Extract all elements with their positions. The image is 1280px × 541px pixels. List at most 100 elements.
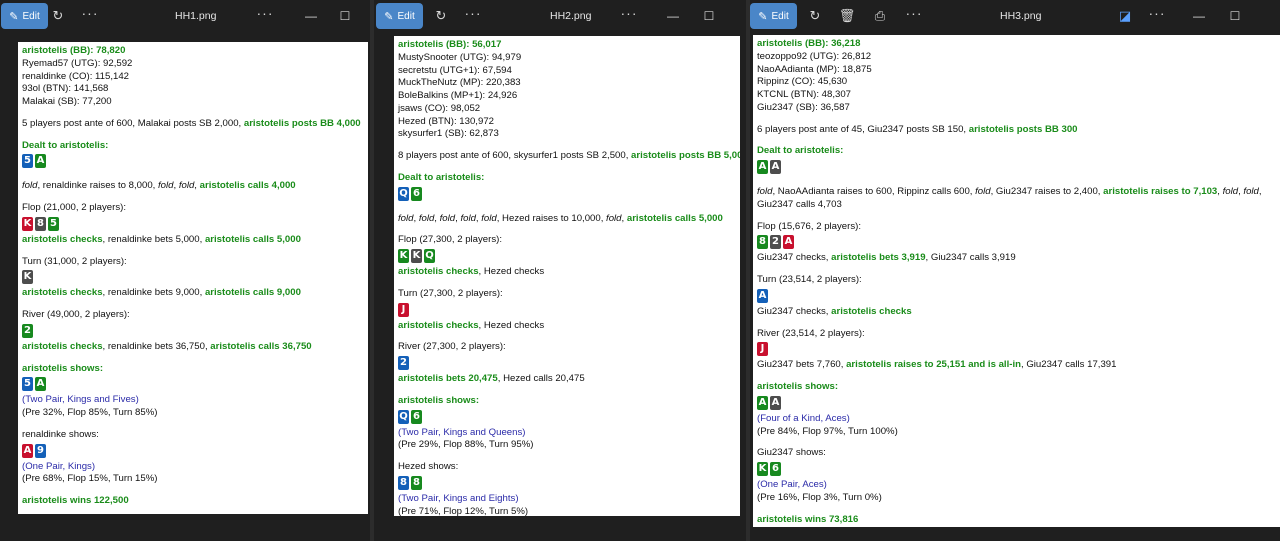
history-text: , Giu2347 raises to 2,400, bbox=[990, 186, 1104, 197]
history-line: Turn (31,000, 2 players): bbox=[22, 256, 364, 269]
more-icon[interactable]: ··· bbox=[903, 6, 925, 26]
history-line: Giu2347 checks, aristotelis checks bbox=[757, 306, 1276, 319]
history-line: (Pre 84%, Flop 97%, Turn 100%) bbox=[757, 426, 1276, 439]
edit-button[interactable]: ✎ Edit bbox=[750, 3, 797, 29]
more-icon[interactable]: ··· bbox=[462, 6, 484, 26]
history-text: fold bbox=[481, 212, 497, 224]
card-group: J bbox=[398, 302, 736, 317]
history-text: fold bbox=[398, 212, 414, 224]
history-text: River (49,000, 2 players): bbox=[22, 309, 130, 320]
viewer-window-hh1: ✎ Edit ↻ ··· HH1.png ··· — ☐ aristotelis… bbox=[0, 0, 370, 541]
minimize-icon[interactable]: — bbox=[302, 7, 320, 25]
history-text: aristotelis wins 73,816 bbox=[757, 513, 859, 525]
minimize-icon[interactable]: — bbox=[1190, 7, 1208, 25]
print-icon[interactable]: ⎙ bbox=[869, 6, 891, 26]
history-line: jsaws (CO): 98,052 bbox=[398, 103, 736, 116]
history-text: River (27,300, 2 players): bbox=[398, 341, 506, 353]
history-text: , Hezed raises to 10,000, bbox=[496, 212, 607, 224]
card-group: K85 bbox=[22, 216, 364, 231]
history-line: renaldinke (CO): 115,142 bbox=[22, 71, 364, 84]
edit-button[interactable]: ✎ Edit bbox=[376, 3, 423, 29]
history-line: MuckTheNutz (MP): 220,383 bbox=[398, 77, 736, 90]
history-line: skysurfer1 (SB): 62,873 bbox=[398, 128, 736, 141]
history-text: fold bbox=[460, 212, 476, 224]
card-group: 2 bbox=[22, 323, 364, 338]
history-text: renaldinke (CO): 115,142 bbox=[22, 70, 130, 82]
history-text: BoleBalkins (MP+1): 24,926 bbox=[398, 90, 518, 101]
playing-card: A bbox=[770, 395, 781, 410]
history-text: aristotelis calls 9,000 bbox=[204, 287, 301, 299]
edit-button[interactable]: ✎ Edit bbox=[1, 3, 48, 29]
maximize-icon[interactable]: ☐ bbox=[700, 7, 718, 25]
history-line: Dealt to aristotelis: bbox=[757, 145, 1276, 158]
history-line: aristotelis shows: bbox=[757, 381, 1276, 394]
card-group: 88 bbox=[398, 475, 736, 490]
history-line: (Two Pair, Kings and Fives) bbox=[22, 394, 364, 407]
designer-icon[interactable]: ◪ bbox=[1114, 6, 1136, 26]
history-text: aristotelis checks bbox=[22, 340, 103, 352]
history-line: NaoAAdianta (MP): 18,875 bbox=[757, 64, 1276, 77]
card-group: Q6 bbox=[398, 186, 736, 201]
history-text: Giu2347 checks, bbox=[757, 305, 832, 317]
history-text: , Hezed checks bbox=[478, 266, 545, 277]
minimize-icon[interactable]: — bbox=[664, 7, 682, 25]
history-line: teozoppo92 (UTG): 26,812 bbox=[757, 51, 1276, 64]
history-text: teozoppo92 (UTG): 26,812 bbox=[757, 50, 872, 62]
history-line: (One Pair, Kings) bbox=[22, 461, 364, 474]
trash-icon[interactable]: 🗑 bbox=[836, 6, 858, 26]
card-group: K6 bbox=[757, 462, 1276, 476]
card-group: 82A bbox=[757, 235, 1276, 250]
history-text: (Pre 71%, Flop 12%, Turn 5%) bbox=[398, 505, 529, 517]
history-text: aristotelis checks bbox=[398, 319, 479, 331]
playing-card: A bbox=[783, 235, 794, 250]
file-title: HH3.png bbox=[1000, 10, 1042, 22]
history-line: MustySnooter (UTG): 94,979 bbox=[398, 52, 736, 65]
history-text: , Giu2347 calls 17,391 bbox=[1020, 359, 1117, 371]
history-line: aristotelis shows: bbox=[22, 363, 364, 376]
history-text: Giu2347 checks, bbox=[757, 252, 832, 264]
history-text: Giu2347 (SB): 36,587 bbox=[757, 101, 850, 113]
history-text: aristotelis raises to 25,151 and is all-… bbox=[846, 359, 1021, 371]
more-icon[interactable]: ··· bbox=[1146, 6, 1168, 26]
history-line: aristotelis checks, renaldinke bets 5,00… bbox=[22, 234, 364, 247]
rotate-icon[interactable]: ↻ bbox=[430, 6, 452, 26]
history-line: Giu2347 bets 7,760, aristotelis raises t… bbox=[757, 359, 1276, 372]
more-icon[interactable]: ··· bbox=[618, 6, 640, 26]
maximize-icon[interactable]: ☐ bbox=[336, 7, 354, 25]
viewer-window-hh2: ✎ Edit ↻ ··· HH2.png ··· — ☐ aristotelis… bbox=[374, 0, 746, 541]
history-line: aristotelis checks, Hezed checks bbox=[398, 320, 736, 333]
playing-card: 6 bbox=[411, 186, 422, 201]
history-text: (Two Pair, Kings and Eights) bbox=[398, 492, 519, 504]
history-text: aristotelis posts BB 5,000 bbox=[631, 150, 740, 161]
playing-card: K bbox=[757, 462, 768, 476]
playing-card: 5 bbox=[22, 154, 33, 169]
history-text: fold bbox=[158, 180, 174, 192]
pencil-icon: ✎ bbox=[384, 10, 394, 23]
history-text: (Pre 16%, Flop 3%, Turn 0%) bbox=[757, 491, 882, 503]
history-text: aristotelis (BB): 78,820 bbox=[22, 45, 126, 56]
history-text: , NaoAAdianta raises to 600, Rippinz cal… bbox=[772, 186, 976, 197]
more-icon[interactable]: ··· bbox=[254, 6, 276, 26]
history-text: aristotelis shows: bbox=[398, 394, 480, 406]
history-text: Flop (15,676, 2 players): bbox=[757, 220, 861, 232]
rotate-icon[interactable]: ↻ bbox=[804, 6, 826, 26]
more-icon[interactable]: ··· bbox=[79, 6, 101, 26]
playing-card: Q bbox=[398, 186, 409, 201]
history-text: fold bbox=[975, 186, 991, 197]
history-line: aristotelis wins 73,816 bbox=[757, 514, 1276, 527]
rotate-icon[interactable]: ↻ bbox=[47, 6, 69, 26]
playing-card: 8 bbox=[757, 235, 768, 250]
maximize-icon[interactable]: ☐ bbox=[1226, 7, 1244, 25]
playing-card: 2 bbox=[770, 235, 781, 250]
history-text: , Hezed checks bbox=[478, 319, 545, 331]
history-text: aristotelis bets 3,919 bbox=[831, 252, 926, 264]
history-text: Dealt to aristotelis: bbox=[22, 139, 109, 151]
history-text: aristotelis calls 5,000 bbox=[626, 212, 723, 224]
